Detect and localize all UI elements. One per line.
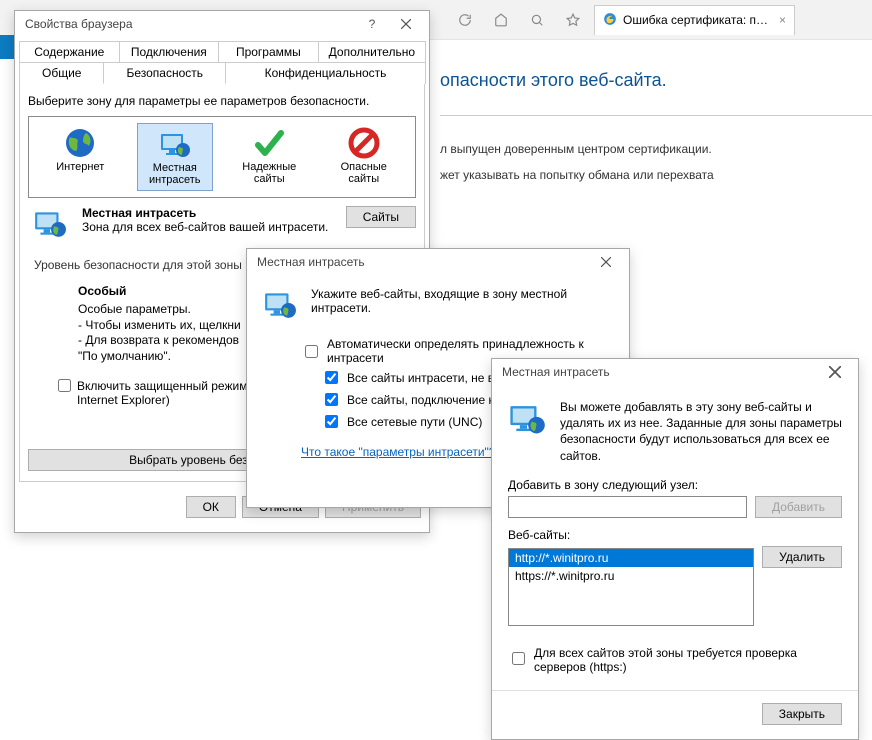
sites-button[interactable]: Сайты bbox=[346, 206, 416, 228]
tab-title: Ошибка сертификата: пер... bbox=[623, 13, 773, 27]
level-legend: Уровень безопасности для этой зоны bbox=[28, 258, 248, 272]
add-button[interactable]: Добавить bbox=[755, 496, 842, 518]
zone-label: Опасные сайты bbox=[328, 161, 400, 185]
cert-text-line-1: л выпущен доверенным центром сертификаци… bbox=[440, 140, 872, 158]
zone-label: Интернет bbox=[56, 161, 104, 173]
proxy-bypass-label: Все сайты, подключение к кот bbox=[347, 393, 514, 407]
monitor-globe-icon bbox=[28, 206, 72, 240]
unc-paths-label: Все сетевые пути (UNC) bbox=[347, 415, 482, 429]
list-item[interactable]: http://*.winitpro.ru bbox=[509, 549, 753, 567]
proxy-bypass-checkbox[interactable] bbox=[325, 393, 338, 406]
home-icon[interactable] bbox=[486, 6, 516, 34]
cert-heading: опасности этого веб-сайта. bbox=[440, 70, 872, 91]
search-icon[interactable] bbox=[522, 6, 552, 34]
zone-restricted[interactable]: Опасные сайты bbox=[326, 123, 402, 191]
zone-desc-title: Местная интрасеть bbox=[82, 206, 328, 220]
li2-title: Местная интрасеть bbox=[502, 365, 610, 379]
zone-label: Надежные сайты bbox=[233, 161, 305, 185]
close-button[interactable]: Закрыть bbox=[762, 703, 842, 725]
li2-heading: Вы можете добавлять в эту зону веб-сайты… bbox=[560, 399, 842, 464]
monitor-globe-icon bbox=[263, 287, 299, 324]
zone-local-intranet[interactable]: Местная интрасеть bbox=[137, 123, 213, 191]
unc-paths-checkbox[interactable] bbox=[325, 415, 338, 428]
zone-trusted[interactable]: Надежные сайты bbox=[231, 123, 307, 191]
help-icon[interactable]: ? bbox=[355, 13, 389, 35]
reload-icon[interactable] bbox=[450, 6, 480, 34]
zone-prompt: Выберите зону для параметры ее параметро… bbox=[28, 94, 416, 108]
tab-programs[interactable]: Программы bbox=[218, 41, 319, 62]
tab-general[interactable]: Общие bbox=[19, 62, 104, 84]
close-icon[interactable] bbox=[389, 13, 423, 35]
delete-button[interactable]: Удалить bbox=[762, 546, 842, 568]
ok-button[interactable]: ОК bbox=[186, 496, 236, 518]
close-icon[interactable] bbox=[818, 361, 852, 383]
ie-logo-icon bbox=[603, 12, 617, 29]
io-title: Свойства браузера bbox=[25, 17, 133, 31]
tab-privacy[interactable]: Конфиденциальность bbox=[225, 62, 426, 84]
favorites-icon[interactable] bbox=[558, 6, 588, 34]
monitor-globe-icon bbox=[159, 128, 191, 160]
zone-internet[interactable]: Интернет bbox=[42, 123, 118, 191]
io-tabs: Содержание Подключения Программы Дополни… bbox=[19, 41, 425, 84]
add-site-label: Добавить в зону следующий узел: bbox=[508, 478, 842, 492]
zone-label: Местная интрасеть bbox=[140, 162, 210, 186]
add-site-input[interactable] bbox=[508, 496, 747, 518]
li1-title: Местная интрасеть bbox=[257, 255, 365, 269]
close-icon[interactable] bbox=[589, 251, 623, 273]
intranet-sites-checkbox[interactable] bbox=[325, 371, 338, 384]
sites-listbox[interactable]: http://*.winitpro.ru https://*.winitpro.… bbox=[508, 548, 754, 626]
zone-desc-text: Зона для всех веб-сайтов вашей интрасети… bbox=[82, 220, 328, 234]
globe-icon bbox=[64, 127, 96, 159]
io-titlebar: Свойства браузера ? bbox=[15, 11, 429, 37]
tab-connections[interactable]: Подключения bbox=[119, 41, 220, 62]
zone-selector: Интернет Местная интрасеть Надежные сайт… bbox=[28, 116, 416, 198]
sites-label: Веб-сайты: bbox=[508, 528, 842, 542]
list-item[interactable]: https://*.winitpro.ru bbox=[509, 567, 753, 585]
require-https-checkbox[interactable] bbox=[512, 652, 525, 665]
tab-advanced[interactable]: Дополнительно bbox=[318, 41, 426, 62]
protected-mode-checkbox[interactable] bbox=[58, 379, 71, 392]
require-https-label: Для всех сайтов этой зоны требуется пров… bbox=[534, 646, 842, 674]
zone-description: Местная интрасеть Зона для всех веб-сайт… bbox=[82, 206, 328, 234]
auto-detect-checkbox[interactable] bbox=[305, 345, 318, 358]
cert-text-line-2: жет указывать на попытку обмана или пере… bbox=[440, 166, 872, 184]
browser-tab[interactable]: Ошибка сертификата: пер... × bbox=[594, 5, 795, 35]
tab-content[interactable]: Содержание bbox=[19, 41, 120, 62]
checkmark-icon bbox=[253, 127, 285, 159]
tab-security[interactable]: Безопасность bbox=[103, 62, 226, 84]
tab-close-icon[interactable]: × bbox=[779, 13, 786, 27]
local-intranet-sites-dialog: Местная интрасеть Вы можете добавлять в … bbox=[491, 358, 859, 740]
prohibit-icon bbox=[348, 127, 380, 159]
li1-heading: Укажите веб-сайты, входящие в зону местн… bbox=[311, 287, 613, 324]
monitor-globe-icon bbox=[508, 399, 548, 464]
intranet-params-link[interactable]: Что такое "параметры интрасети"? bbox=[301, 445, 495, 459]
